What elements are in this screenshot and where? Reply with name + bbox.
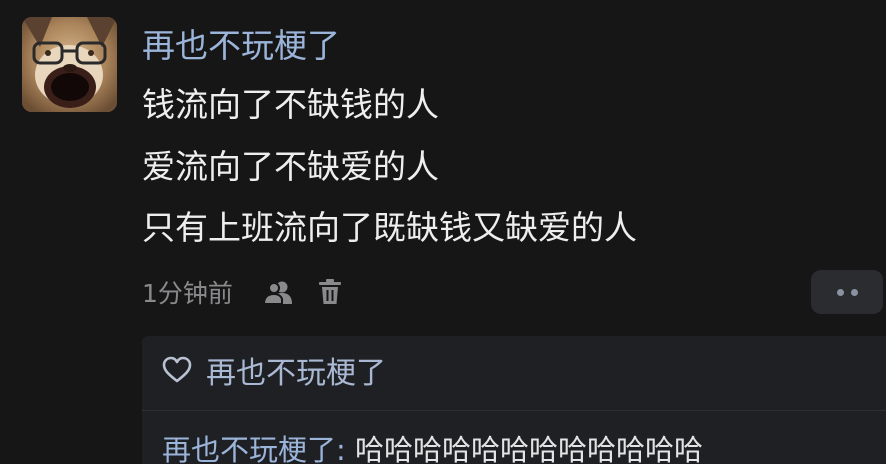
avatar[interactable] xyxy=(22,17,117,112)
avatar-image xyxy=(22,17,117,112)
users-icon[interactable] xyxy=(261,275,295,309)
reply-item[interactable]: 再也不玩梗了: 哈哈哈哈哈哈哈哈哈哈哈哈 xyxy=(162,432,703,464)
trash-icon[interactable] xyxy=(313,275,347,309)
comment-timestamp: 1分钟前 xyxy=(142,279,233,308)
divider xyxy=(142,410,886,411)
like-row: 再也不玩梗了 xyxy=(162,346,386,394)
comment-line-1: 钱流向了不缺钱的人 xyxy=(142,85,439,124)
reply-separator: : xyxy=(336,433,356,464)
comment-line-2: 爱流向了不缺爱的人 xyxy=(142,147,439,186)
comment-meta: 1分钟前 xyxy=(142,272,347,312)
reply-panel: 再也不玩梗了 再也不玩梗了: 哈哈哈哈哈哈哈哈哈哈哈哈 xyxy=(142,336,886,464)
liked-by-name[interactable]: 再也不玩梗了 xyxy=(206,348,386,392)
comment-username[interactable]: 再也不玩梗了 xyxy=(142,24,340,68)
reply-text: 哈哈哈哈哈哈哈哈哈哈哈哈 xyxy=(355,433,704,464)
comment-view: 再也不玩梗了 钱流向了不缺钱的人 爱流向了不缺爱的人 只有上班流向了既缺钱又缺爱… xyxy=(0,0,886,464)
heart-icon[interactable] xyxy=(162,356,192,384)
reply-author[interactable]: 再也不玩梗了 xyxy=(162,433,336,464)
more-dots-icon[interactable] xyxy=(811,270,883,314)
comment-line-3: 只有上班流向了既缺钱又缺爱的人 xyxy=(142,208,637,247)
